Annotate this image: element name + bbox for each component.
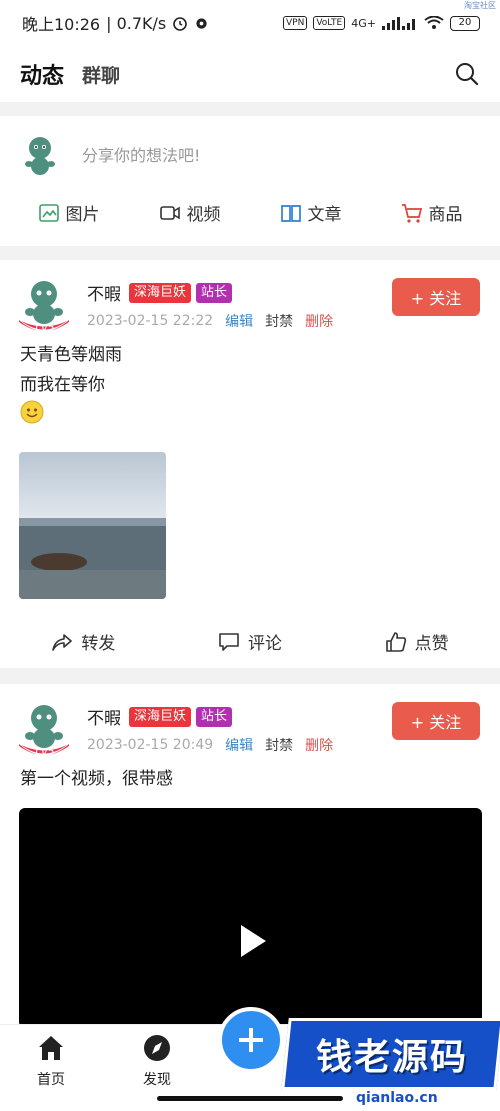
comment-label: 评论 [247, 634, 282, 654]
watermark-logo: 钱老源码 [281, 1018, 500, 1090]
composer-article-label: 文章 [307, 205, 342, 225]
like-button[interactable]: 点赞 [385, 629, 449, 654]
level-badge: Lv5 [35, 321, 55, 334]
wifi-icon [424, 16, 444, 29]
status-speed: | 0.7K/s [106, 13, 167, 33]
composer-video-button[interactable]: 视频 [159, 200, 221, 225]
share-icon [52, 633, 73, 651]
title-badge: 深海巨妖 [129, 282, 192, 303]
add-post-button[interactable] [218, 1007, 284, 1073]
network-type: 4G+ [351, 16, 376, 30]
compass-icon [144, 1035, 170, 1061]
cart-icon [401, 203, 422, 223]
post-card: Lv5 不暇 深海巨妖 站长 2023-02-15 20:49 编辑 封禁 删除… [0, 684, 500, 1034]
settings-icon [196, 17, 207, 29]
post-text-line: 天青色等烟雨 [20, 345, 122, 365]
title-badge: 深海巨妖 [129, 706, 192, 727]
composer-product-button[interactable]: 商品 [401, 200, 463, 225]
follow-button[interactable]: + 关注 [392, 278, 480, 316]
thumbs-up-icon [385, 631, 406, 652]
status-bar: 晚上10:26 | 0.7K/s VPN VoLTE 4G+ 20 [0, 0, 500, 46]
avatar[interactable]: Lv5 [18, 700, 70, 758]
share-label: 转发 [81, 634, 116, 654]
user-avatar-icon[interactable] [20, 132, 62, 176]
tab-dynamics[interactable]: 动态 [20, 58, 64, 90]
like-label: 点赞 [414, 634, 449, 654]
ban-link[interactable]: 封禁 [265, 311, 293, 331]
status-time: 晚上10:26 [22, 15, 101, 34]
post-date: 2023-02-15 22:22 [87, 313, 214, 329]
battery-icon: 20 [450, 15, 480, 31]
home-indicator [157, 1096, 343, 1101]
delete-link[interactable]: 删除 [305, 311, 333, 331]
plus-icon [239, 1028, 263, 1052]
post-author-name[interactable]: 不暇 [87, 704, 121, 729]
role-badge: 站长 [196, 706, 233, 727]
post-text: 第一个视频，很带感 [0, 764, 500, 794]
volte-icon: VoLTE [313, 16, 346, 30]
image-icon [38, 203, 59, 222]
composer-product-label: 商品 [428, 205, 463, 225]
nav-discover-label: 发现 [143, 1072, 171, 1088]
role-badge: 站长 [196, 282, 233, 303]
comment-button[interactable]: 评论 [218, 629, 282, 654]
composer-card: 分享你的想法吧! 图片 视频 文章 商品 [0, 116, 500, 246]
level-badge: Lv5 [35, 745, 55, 758]
tab-group-chat[interactable]: 群聊 [82, 61, 120, 88]
ban-link[interactable]: 封禁 [265, 735, 293, 755]
nav-discover[interactable]: 发现 [142, 1033, 172, 1089]
delete-link[interactable]: 删除 [305, 735, 333, 755]
top-nav: 动态 群聊 [0, 46, 500, 102]
nav-home-label: 首页 [37, 1072, 65, 1088]
edit-link[interactable]: 编辑 [225, 735, 253, 755]
post-date: 2023-02-15 20:49 [87, 737, 214, 753]
post-text: 天青色等烟雨 而我在等你 [0, 340, 500, 434]
edit-link[interactable]: 编辑 [225, 311, 253, 331]
composer-input[interactable]: 分享你的想法吧! [82, 142, 200, 166]
comment-icon [219, 632, 239, 651]
smile-emoji-icon [20, 400, 44, 424]
post-photo[interactable] [19, 452, 166, 599]
video-icon [159, 205, 180, 220]
alarm-icon [173, 17, 188, 31]
search-icon[interactable] [454, 61, 480, 87]
play-icon[interactable] [239, 924, 267, 958]
watermark-top: 淘宝社区 [464, 1, 496, 10]
share-button[interactable]: 转发 [51, 629, 115, 654]
avatar[interactable]: Lv5 [18, 276, 70, 334]
post-author-name[interactable]: 不暇 [87, 280, 121, 305]
composer-article-button[interactable]: 文章 [280, 200, 342, 225]
composer-image-label: 图片 [65, 205, 100, 225]
book-icon [280, 204, 301, 222]
vpn-icon: VPN [282, 16, 308, 30]
post-text-line: 第一个视频，很带感 [20, 769, 173, 789]
watermark-brand: 钱老源码 [316, 1037, 469, 1078]
nav-home[interactable]: 首页 [36, 1033, 66, 1089]
composer-video-label: 视频 [186, 205, 221, 225]
signal-icon [382, 17, 415, 30]
watermark-url: qianlao.cn [356, 1090, 438, 1106]
composer-image-button[interactable]: 图片 [38, 200, 100, 225]
follow-button[interactable]: + 关注 [392, 702, 480, 740]
post-text-line: 而我在等你 [20, 375, 105, 395]
home-icon [39, 1036, 63, 1060]
post-card: Lv5 不暇 深海巨妖 站长 2023-02-15 22:22 编辑 封禁 删除… [0, 260, 500, 668]
video-player[interactable] [19, 808, 482, 1028]
